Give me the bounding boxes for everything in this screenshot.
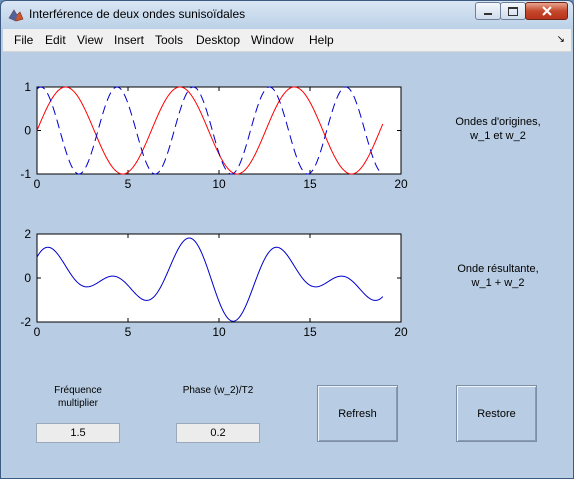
xtick-label: 15	[303, 325, 317, 339]
bottom-plot-label-line2: w_1 + w_2	[471, 277, 525, 289]
restore-button[interactable]: Restore	[456, 385, 537, 442]
phase-input[interactable]: 0.2	[176, 423, 260, 443]
ytick-label: 0	[24, 124, 31, 138]
minimize-icon	[484, 13, 492, 15]
frequency-label-line1: Fréquence	[54, 385, 102, 396]
menu-bar: File Edit View Insert Tools Desktop Wind…	[3, 29, 571, 52]
menu-help[interactable]: Help	[309, 33, 334, 47]
frequency-input[interactable]: 1.5	[36, 423, 120, 443]
xtick-label: 0	[34, 177, 41, 191]
minimize-button[interactable]	[475, 2, 501, 20]
ytick-label: 2	[24, 227, 31, 241]
figure-window: Interférence de deux ondes sunisoïdales …	[0, 0, 574, 479]
xtick-label: 5	[125, 325, 132, 339]
menu-tools[interactable]: Tools	[155, 33, 183, 47]
close-button[interactable]	[525, 2, 568, 20]
bottom-plot-label-line1: Onde résultante,	[457, 263, 539, 275]
xtick-label: 20	[394, 177, 408, 191]
close-icon	[541, 6, 552, 16]
axes-bottom-background	[36, 233, 402, 323]
figure-canvas: 0 5 10 15 20 1 0 -1 0 5 10 15 20 2 0 -2 Ondes d'orig…	[3, 52, 571, 476]
bottom-plot-label: Onde résultante, w_1 + w_2	[443, 262, 553, 290]
top-plot-label-line1: Ondes d'origines,	[455, 116, 541, 128]
menu-window[interactable]: Window	[251, 33, 294, 47]
frequency-label: Fréquence multiplier	[36, 384, 120, 410]
menu-desktop[interactable]: Desktop	[196, 33, 240, 47]
title-bar[interactable]: Interférence de deux ondes sunisoïdales	[1, 1, 573, 29]
frequency-label-line2: multiplier	[57, 398, 98, 409]
top-plot-label-line2: w_1 et w_2	[470, 130, 526, 142]
xtick-label: 20	[394, 325, 408, 339]
ytick-label: 1	[24, 80, 31, 94]
menu-file[interactable]: File	[14, 33, 33, 47]
refresh-button[interactable]: Refresh	[317, 385, 398, 442]
ytick-label: 0	[24, 271, 31, 285]
matlab-icon	[8, 9, 24, 22]
xtick-label: 5	[125, 177, 132, 191]
maximize-button[interactable]	[500, 2, 526, 20]
top-plot-label: Ondes d'origines, w_1 et w_2	[443, 115, 553, 143]
menu-edit[interactable]: Edit	[45, 33, 66, 47]
phase-label: Phase (w_2)/T2	[182, 385, 254, 396]
xtick-label: 15	[303, 177, 317, 191]
ytick-label: -1	[20, 167, 31, 181]
ytick-label: -2	[20, 315, 31, 329]
axes-bottom[interactable]: 0 5 10 15 20 20-2	[20, 227, 408, 339]
xtick-label: 10	[212, 177, 226, 191]
menu-insert[interactable]: Insert	[114, 33, 144, 47]
menu-view[interactable]: View	[77, 33, 103, 47]
xtick-label: 10	[212, 325, 226, 339]
window-title: Interférence de deux ondes sunisoïdales	[29, 7, 246, 21]
axes-top-background	[36, 86, 402, 175]
xtick-label: 0	[34, 325, 41, 339]
maximize-icon	[508, 6, 518, 16]
dock-arrow-icon[interactable]: ↘	[557, 34, 565, 45]
axes-top[interactable]: 0 5 10 15 20 10-1	[20, 80, 408, 191]
